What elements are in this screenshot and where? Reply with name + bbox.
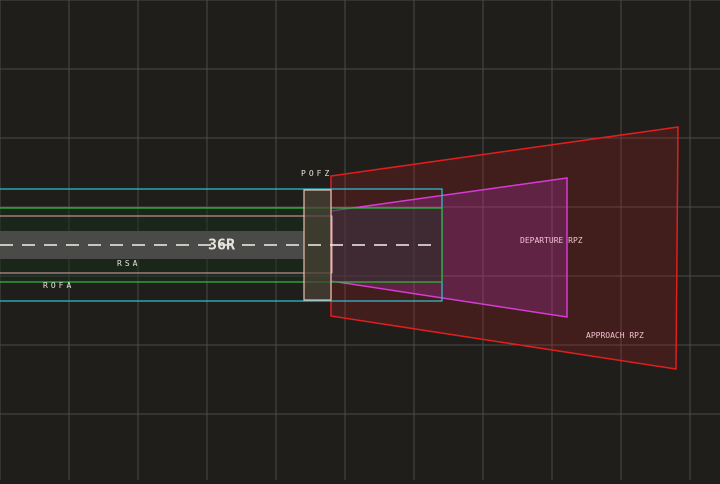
rsa-label: RSA [117,259,140,268]
departure-rpz-label: DEPARTURE RPZ [520,236,583,245]
airport-layout-canvas: 36R POFZ RSA ROFA DEPARTURE RPZ APPROACH… [0,0,720,480]
pofz-label: POFZ [301,169,332,178]
runway-designator-label: 36R [208,236,236,254]
runway-protection-diagram: 36R POFZ RSA ROFA DEPARTURE RPZ APPROACH… [0,0,720,480]
approach-rpz-label: APPROACH RPZ [586,331,644,340]
rofa-label: ROFA [43,281,74,290]
